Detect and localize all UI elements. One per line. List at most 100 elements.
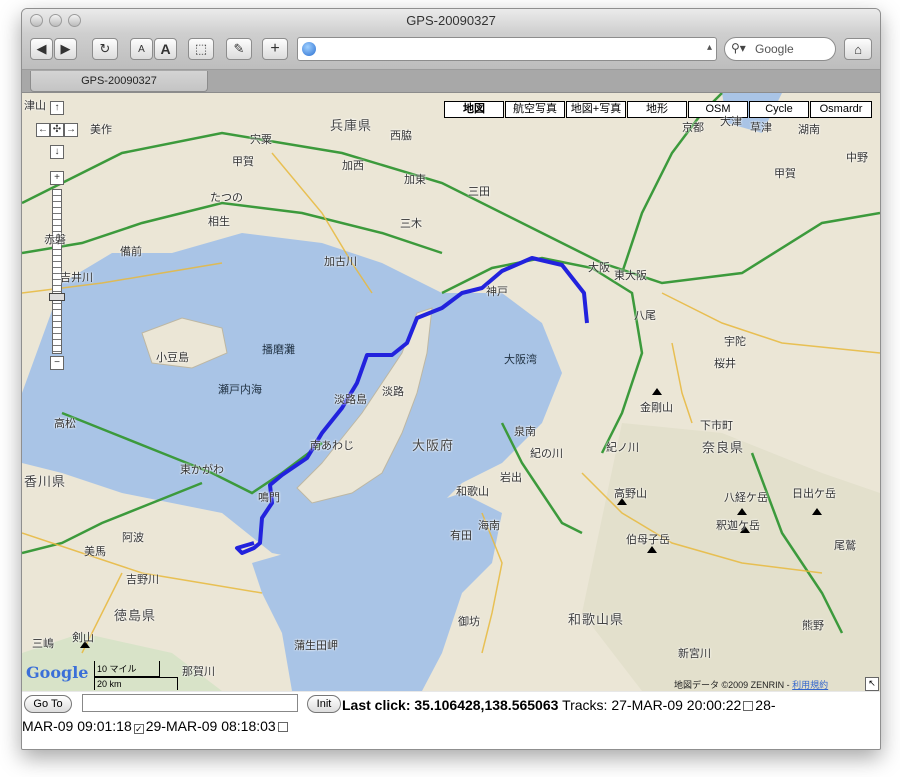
search-icon: ⚲▾ <box>731 41 746 55</box>
pan-left-button[interactable]: ← <box>36 123 50 137</box>
tracks-label: Tracks: <box>562 697 608 713</box>
place-tsuyama: 津山 <box>24 100 46 112</box>
place-wakayamashi: 和歌山 <box>456 486 489 498</box>
place-tsurugi: 剣山 <box>72 632 94 644</box>
map-copyright: 地図データ ©2009 ZENRIN - 利用規約 <box>674 678 828 691</box>
place-kainan: 海南 <box>478 520 500 532</box>
track-1-label: 27-MAR-09 20:00:22 <box>611 697 742 713</box>
place-ibogawa: 甲賀 <box>232 156 254 168</box>
scale-miles: 10 マイル <box>94 661 160 677</box>
minimize-window-button[interactable] <box>49 14 62 27</box>
add-bookmark-button[interactable]: + <box>262 38 288 60</box>
track-2-checkbox[interactable]: ✓ <box>133 724 144 734</box>
pan-down-button[interactable]: ↓ <box>50 145 64 159</box>
home-button[interactable]: ⌂ <box>844 38 872 60</box>
prefecture-tokushima: 徳島県 <box>114 608 157 623</box>
prefecture-kagawa: 香川県 <box>24 474 67 489</box>
place-kusatsu: 草津 <box>750 122 772 134</box>
browser-toolbar: ◀ ▶ ↻ A A ⬚ ✎ + ▴ ⚲▾ Google ⌂ <box>22 33 880 70</box>
overview-toggle-icon[interactable]: ↖ <box>865 677 879 691</box>
scale-km: 20 km <box>94 677 178 690</box>
place-uda: 宇陀 <box>724 336 746 348</box>
window-title: GPS-20090327 <box>406 13 496 28</box>
address-dropdown-icon[interactable]: ▴ <box>707 42 712 53</box>
text-bigger-button[interactable]: A <box>154 38 177 60</box>
reload-button[interactable]: ↻ <box>92 38 118 60</box>
title-bar: GPS-20090327 <box>22 9 880 33</box>
place-yoshinogawa: 吉野川 <box>126 574 159 586</box>
terms-link[interactable]: 利用規約 <box>792 680 828 690</box>
place-higashikagawa: 東かがわ <box>180 464 224 476</box>
maptype-satellite[interactable]: 航空写真 <box>505 101 565 118</box>
place-yao: 八尾 <box>634 310 656 322</box>
forward-arrow-icon: ▶ <box>60 41 71 56</box>
place-gobo: 御坊 <box>458 616 480 628</box>
place-naruto: 鳴門 <box>258 492 280 504</box>
track-3-checkbox[interactable] <box>277 722 288 732</box>
zoom-slider-knob[interactable] <box>49 293 65 301</box>
place-bizen: 備前 <box>120 246 142 258</box>
place-kyoto: 京都 <box>682 122 704 134</box>
reload-icon: ↻ <box>99 41 111 56</box>
place-shiso: 宍粟 <box>250 134 272 146</box>
maptype-map[interactable]: 地図 <box>444 101 504 118</box>
place-kobe: 神戸 <box>486 286 508 298</box>
search-placeholder: Google <box>755 42 794 56</box>
tab-bar: GPS-20090327 <box>22 70 880 93</box>
place-kinokawa-2: 紀ノ川 <box>606 442 639 454</box>
place-shingu: 新宮川 <box>678 648 711 660</box>
edit-button[interactable]: ✎ <box>226 38 252 60</box>
browser-window: GPS-20090327 ◀ ▶ ↻ A A ⬚ ✎ + ▴ ⚲▾ Google… <box>21 8 881 750</box>
close-window-button[interactable] <box>30 14 43 27</box>
place-otsu: 大津 <box>720 116 742 128</box>
place-kumano: 熊野 <box>802 620 824 632</box>
prefecture-nara: 奈良県 <box>702 440 745 455</box>
prefecture-osaka: 大阪府 <box>412 438 455 453</box>
zoom-window-button[interactable] <box>68 14 81 27</box>
sea-setonaikai: 瀬戸内海 <box>218 384 262 396</box>
place-nishiwaki: 西脇 <box>390 130 412 142</box>
init-button[interactable]: Init <box>307 695 341 713</box>
place-shodoshima: 小豆島 <box>156 352 189 364</box>
place-higashiosaka: 東大阪 <box>614 270 647 282</box>
pencil-icon: ✎ <box>233 41 245 56</box>
place-sennan: 泉南 <box>514 426 536 438</box>
maptype-terrain[interactable]: 地形 <box>627 101 687 118</box>
text-smaller-button[interactable]: A <box>130 38 153 60</box>
goto-button[interactable]: Go To <box>24 695 72 713</box>
pan-up-button[interactable]: ↑ <box>50 101 64 115</box>
controls-panel: Go To Init Last click: 35.106428,138.565… <box>22 692 880 749</box>
back-button[interactable]: ◀ <box>30 38 53 60</box>
maptype-cycle[interactable]: Cycle <box>749 101 809 118</box>
track-2-label-b: MAR-09 09:01:18 <box>22 718 132 734</box>
place-hakkyo: 八経ケ岳 <box>724 492 768 504</box>
place-kamoda: 蒲生田岬 <box>294 640 338 652</box>
place-konan: 湖南 <box>798 124 820 136</box>
place-koka: 中野 <box>846 152 868 164</box>
zoom-in-button[interactable]: + <box>50 171 64 185</box>
pan-right-button[interactable]: → <box>64 123 78 137</box>
search-field[interactable]: ⚲▾ Google <box>724 37 836 61</box>
map-canvas[interactable]: 地図 航空写真 地図+写真 地形 OSM Cycle Osmardr ↑ ← ✣… <box>22 93 880 691</box>
place-hide: 日出ケ岳 <box>792 488 836 500</box>
place-kinokawa: 紀の川 <box>530 448 563 460</box>
place-arida: 有田 <box>450 530 472 542</box>
place-nakagawa: 那賀川 <box>182 666 215 678</box>
maptype-osmarender[interactable]: Osmardr <box>810 101 872 118</box>
place-sakurai: 桜井 <box>714 358 736 370</box>
zoom-out-button[interactable]: − <box>50 356 64 370</box>
goto-input[interactable] <box>82 694 298 712</box>
maptype-hybrid[interactable]: 地図+写真 <box>566 101 626 118</box>
forward-button[interactable]: ▶ <box>54 38 77 60</box>
webclip-button[interactable]: ⬚ <box>188 38 214 60</box>
home-icon: ⌂ <box>854 41 862 57</box>
tab-gps[interactable]: GPS-20090327 <box>30 71 208 92</box>
pan-center-button[interactable]: ✣ <box>50 123 64 137</box>
track-1-checkbox[interactable] <box>743 701 754 711</box>
track-3-label: 29-MAR-09 08:18:03 <box>145 718 276 734</box>
place-sanda: 三田 <box>468 186 490 198</box>
place-iwade: 岩出 <box>500 472 522 484</box>
place-kasai: 加西 <box>342 160 364 172</box>
google-logo[interactable]: Google <box>26 663 88 682</box>
address-bar[interactable]: ▴ <box>297 37 717 61</box>
